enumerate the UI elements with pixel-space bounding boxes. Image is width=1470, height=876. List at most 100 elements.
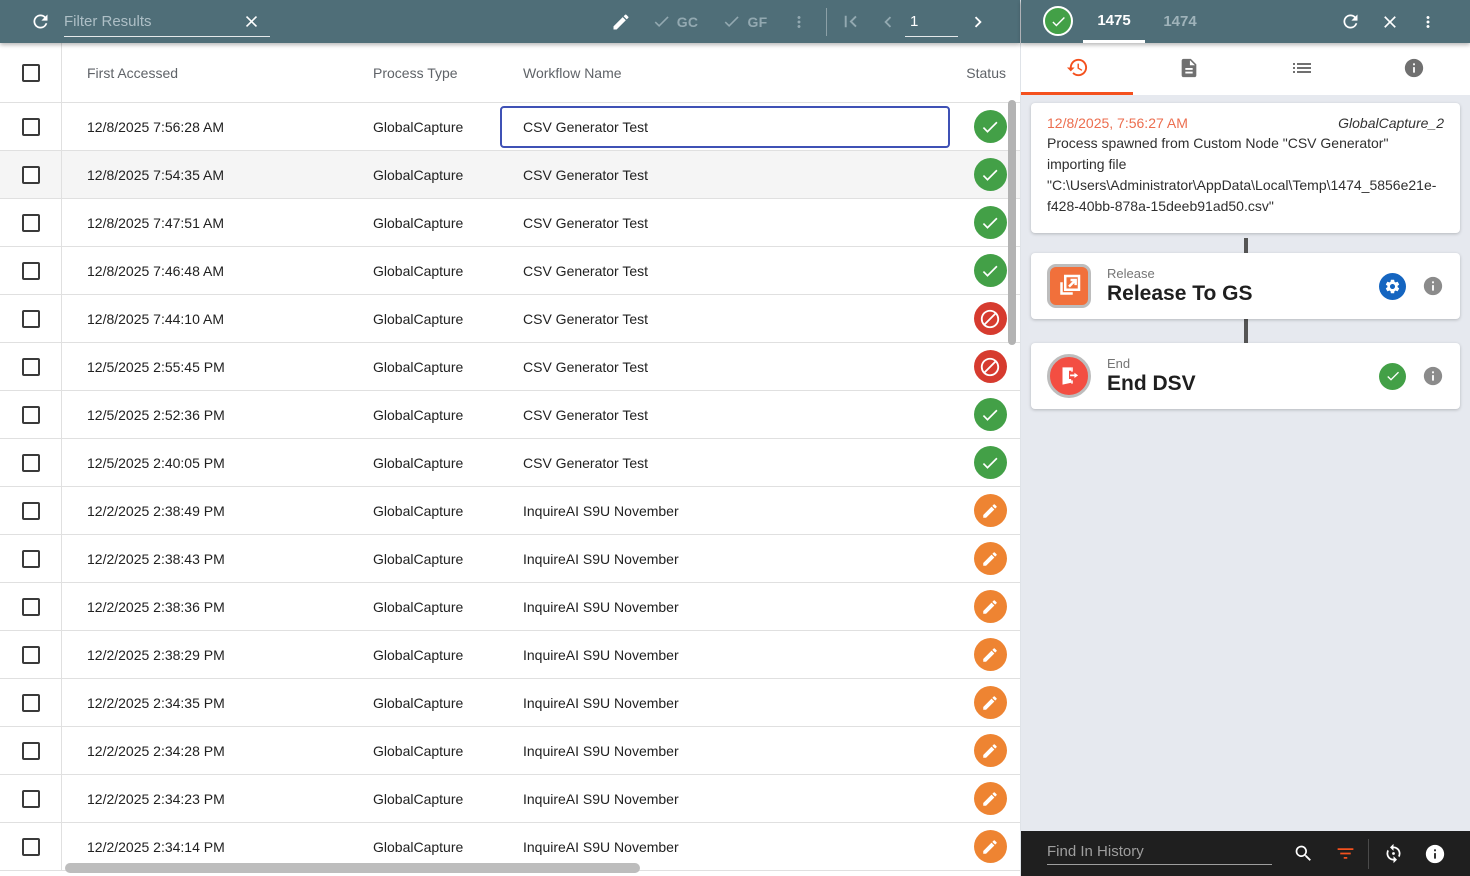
process-type-cell[interactable]: GlobalCapture	[373, 791, 523, 807]
history-info-icon[interactable]	[1417, 843, 1453, 865]
table-row[interactable]: 12/5/2025 2:55:45 PM GlobalCapture CSV G…	[0, 343, 1020, 391]
page-number-input[interactable]	[905, 6, 958, 37]
table-row[interactable]: 12/8/2025 7:44:10 AM GlobalCapture CSV G…	[0, 295, 1020, 343]
blocked-status-icon[interactable]	[974, 350, 1007, 383]
filter-history-icon[interactable]	[1328, 843, 1362, 864]
row-checkbox[interactable]	[22, 646, 40, 664]
workflow-name-cell[interactable]: CSV Generator Test	[523, 407, 960, 423]
workflow-name-cell[interactable]: CSV Generator Test	[523, 119, 960, 135]
first-page-icon[interactable]	[836, 0, 864, 43]
process-type-cell[interactable]: GlobalCapture	[373, 407, 523, 423]
table-row[interactable]: 12/8/2025 7:56:28 AM GlobalCapture CSV G…	[0, 103, 1020, 151]
process-type-cell[interactable]: GlobalCapture	[373, 311, 523, 327]
tab-history-icon[interactable]	[1021, 43, 1133, 95]
edit-status-icon[interactable]	[974, 638, 1007, 671]
workflow-node-card[interactable]: Release Release To GS	[1031, 253, 1460, 319]
workflow-name-cell[interactable]: InquireAI S9U November	[523, 551, 960, 567]
row-checkbox[interactable]	[22, 358, 40, 376]
first-accessed-cell[interactable]: 12/2/2025 2:34:35 PM	[62, 695, 373, 711]
row-checkbox[interactable]	[22, 550, 40, 568]
first-accessed-cell[interactable]: 12/2/2025 2:38:36 PM	[62, 599, 373, 615]
process-type-cell[interactable]: GlobalCapture	[373, 119, 523, 135]
first-accessed-cell[interactable]: 12/2/2025 2:38:43 PM	[62, 551, 373, 567]
horizontal-scrollbar[interactable]	[65, 863, 640, 873]
workflow-name-cell[interactable]: InquireAI S9U November	[523, 839, 960, 855]
vertical-scrollbar[interactable]	[1008, 100, 1016, 345]
col-workflow-name[interactable]: Workflow Name	[523, 65, 960, 81]
table-row[interactable]: 12/2/2025 2:38:29 PM GlobalCapture Inqui…	[0, 631, 1020, 679]
refresh-icon[interactable]	[28, 0, 52, 43]
search-icon[interactable]	[1286, 843, 1320, 864]
row-checkbox[interactable]	[22, 118, 40, 136]
row-checkbox[interactable]	[22, 742, 40, 760]
edit-status-icon[interactable]	[974, 782, 1007, 815]
gc-button[interactable]: GC	[644, 0, 706, 43]
find-in-history-input[interactable]	[1047, 843, 1272, 864]
process-type-cell[interactable]: GlobalCapture	[373, 647, 523, 663]
workflow-name-cell[interactable]: CSV Generator Test	[523, 167, 960, 183]
first-accessed-cell[interactable]: 12/5/2025 2:55:45 PM	[62, 359, 373, 375]
row-checkbox[interactable]	[22, 598, 40, 616]
filter-results-field[interactable]	[64, 6, 270, 37]
row-checkbox[interactable]	[22, 790, 40, 808]
workflow-name-cell[interactable]: CSV Generator Test	[523, 359, 960, 375]
workflow-name-cell[interactable]: InquireAI S9U November	[523, 599, 960, 615]
more-options-icon[interactable]	[784, 0, 814, 43]
process-type-cell[interactable]: GlobalCapture	[373, 215, 523, 231]
first-accessed-cell[interactable]: 12/8/2025 7:47:51 AM	[62, 215, 373, 231]
workflow-name-cell[interactable]: InquireAI S9U November	[523, 791, 960, 807]
tab-info-icon[interactable]	[1358, 43, 1470, 95]
process-type-cell[interactable]: GlobalCapture	[373, 743, 523, 759]
edit-status-icon[interactable]	[974, 830, 1007, 863]
edit-status-icon[interactable]	[974, 590, 1007, 623]
first-accessed-cell[interactable]: 12/5/2025 2:52:36 PM	[62, 407, 373, 423]
table-row[interactable]: 12/8/2025 7:47:51 AM GlobalCapture CSV G…	[0, 199, 1020, 247]
table-row[interactable]: 12/2/2025 2:34:28 PM GlobalCapture Inqui…	[0, 727, 1020, 775]
success-status-icon[interactable]	[974, 158, 1007, 191]
workflow-name-cell[interactable]: InquireAI S9U November	[523, 647, 960, 663]
workflow-name-cell[interactable]: InquireAI S9U November	[523, 695, 960, 711]
workflow-name-cell[interactable]: CSV Generator Test	[523, 455, 960, 471]
edit-status-icon[interactable]	[974, 686, 1007, 719]
table-row[interactable]: 12/5/2025 2:40:05 PM GlobalCapture CSV G…	[0, 439, 1020, 487]
process-type-cell[interactable]: GlobalCapture	[373, 167, 523, 183]
first-accessed-cell[interactable]: 12/5/2025 2:40:05 PM	[62, 455, 373, 471]
edit-pencil-icon[interactable]	[606, 0, 636, 43]
clear-filter-icon[interactable]	[234, 6, 268, 37]
process-type-cell[interactable]: GlobalCapture	[373, 359, 523, 375]
row-checkbox[interactable]	[22, 262, 40, 280]
process-type-cell[interactable]: GlobalCapture	[373, 503, 523, 519]
first-accessed-cell[interactable]: 12/2/2025 2:34:28 PM	[62, 743, 373, 759]
first-accessed-cell[interactable]: 12/8/2025 7:56:28 AM	[62, 119, 373, 135]
node-info-icon[interactable]	[1422, 365, 1444, 387]
panel-more-options-icon[interactable]	[1413, 0, 1443, 43]
tab-list-icon[interactable]	[1246, 43, 1358, 95]
table-row[interactable]: 12/2/2025 2:38:49 PM GlobalCapture Inqui…	[0, 487, 1020, 535]
first-accessed-cell[interactable]: 12/2/2025 2:38:49 PM	[62, 503, 373, 519]
success-status-icon[interactable]	[974, 254, 1007, 287]
previous-page-icon[interactable]	[874, 0, 902, 43]
table-row[interactable]: 12/2/2025 2:34:23 PM GlobalCapture Inqui…	[0, 775, 1020, 823]
success-status-icon[interactable]	[974, 110, 1007, 143]
process-type-cell[interactable]: GlobalCapture	[373, 695, 523, 711]
gf-button[interactable]: GF	[714, 0, 776, 43]
panel-refresh-icon[interactable]	[1335, 0, 1365, 43]
row-checkbox[interactable]	[22, 694, 40, 712]
next-page-icon[interactable]	[964, 0, 992, 43]
table-row[interactable]: 12/2/2025 2:38:43 PM GlobalCapture Inqui…	[0, 535, 1020, 583]
row-checkbox[interactable]	[22, 214, 40, 232]
col-status[interactable]: Status	[960, 65, 1020, 81]
success-status-icon[interactable]	[974, 446, 1007, 479]
workflow-name-cell[interactable]: CSV Generator Test	[523, 311, 960, 327]
row-checkbox[interactable]	[22, 454, 40, 472]
tab-document-icon[interactable]	[1133, 43, 1245, 95]
edit-status-icon[interactable]	[974, 734, 1007, 767]
table-row[interactable]: 12/8/2025 7:54:35 AM GlobalCapture CSV G…	[0, 151, 1020, 199]
row-checkbox[interactable]	[22, 502, 40, 520]
process-type-cell[interactable]: GlobalCapture	[373, 839, 523, 855]
row-checkbox[interactable]	[22, 310, 40, 328]
row-checkbox[interactable]	[22, 406, 40, 424]
table-row[interactable]: 12/2/2025 2:34:35 PM GlobalCapture Inqui…	[0, 679, 1020, 727]
find-in-history-field[interactable]	[1047, 843, 1272, 865]
tab-batch-1475[interactable]: 1475	[1083, 0, 1145, 43]
